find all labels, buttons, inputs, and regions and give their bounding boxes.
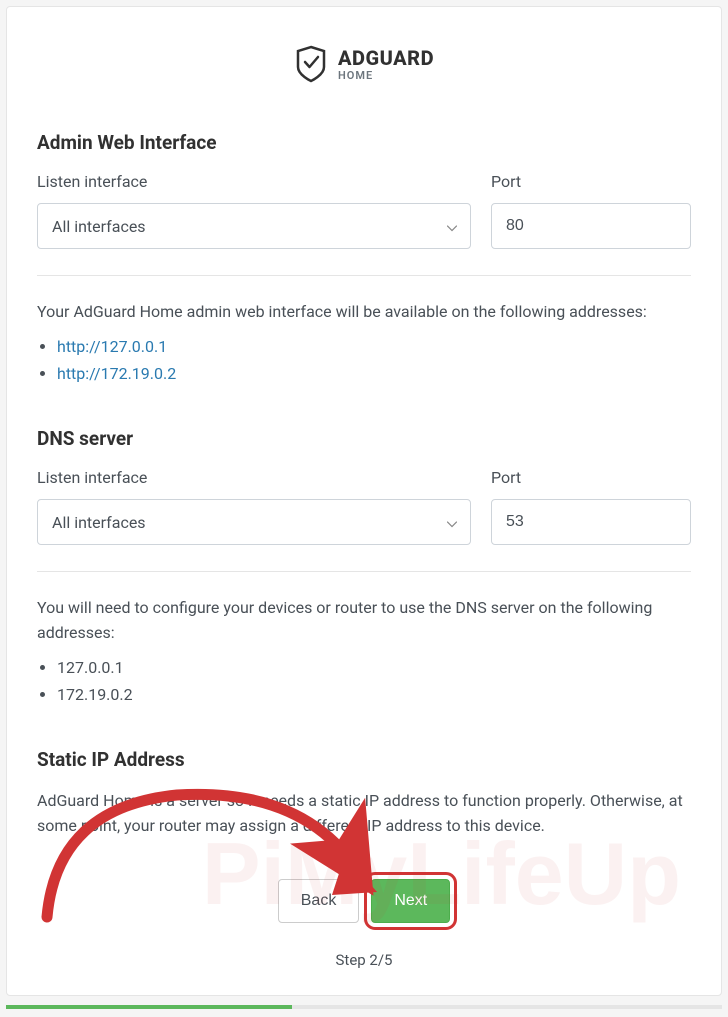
- admin-port-input[interactable]: [491, 203, 691, 249]
- admin-port-label: Port: [491, 172, 691, 191]
- dns-address-list: 127.0.0.1 172.19.0.2: [37, 654, 691, 708]
- step-indicator: Step 2/5: [37, 951, 691, 969]
- dns-listen-label: Listen interface: [37, 468, 471, 487]
- brand-name: ADGUARD: [338, 48, 434, 68]
- progress-bar: [6, 1005, 722, 1009]
- action-buttons: Back Next: [37, 879, 691, 923]
- divider: [37, 571, 691, 572]
- admin-address-list: http://127.0.0.1 http://172.19.0.2: [37, 333, 691, 387]
- dns-listen-select[interactable]: All interfaces: [37, 499, 471, 545]
- dns-port-label: Port: [491, 468, 691, 487]
- progress-fill: [6, 1005, 292, 1009]
- admin-listen-label: Listen interface: [37, 172, 471, 191]
- dns-port-input[interactable]: [491, 499, 691, 545]
- dns-info-text: You will need to configure your devices …: [37, 596, 691, 646]
- brand-sub: HOME: [338, 70, 434, 81]
- static-ip-text: AdGuard Home is a server so it needs a s…: [37, 789, 691, 839]
- adguard-shield-icon: [294, 45, 328, 83]
- admin-listen-select[interactable]: All interfaces: [37, 203, 471, 249]
- admin-address-link[interactable]: http://172.19.0.2: [57, 364, 176, 383]
- dns-section-title: DNS server: [37, 427, 691, 450]
- logo-area: ADGUARD HOME: [37, 45, 691, 83]
- back-button[interactable]: Back: [278, 879, 360, 923]
- admin-section-title: Admin Web Interface: [37, 131, 691, 154]
- static-ip-title: Static IP Address: [37, 748, 691, 771]
- logo-text: ADGUARD HOME: [338, 48, 434, 81]
- list-item: 172.19.0.2: [57, 681, 691, 708]
- next-button[interactable]: Next: [371, 879, 450, 923]
- admin-listen-value: All interfaces: [52, 217, 146, 236]
- dns-listen-value: All interfaces: [52, 513, 146, 532]
- list-item: http://172.19.0.2: [57, 360, 691, 387]
- admin-address-link[interactable]: http://127.0.0.1: [57, 337, 167, 356]
- divider: [37, 275, 691, 276]
- list-item: 127.0.0.1: [57, 654, 691, 681]
- setup-card: ADGUARD HOME Admin Web Interface Listen …: [6, 6, 722, 996]
- list-item: http://127.0.0.1: [57, 333, 691, 360]
- admin-info-text: Your AdGuard Home admin web interface wi…: [37, 300, 691, 325]
